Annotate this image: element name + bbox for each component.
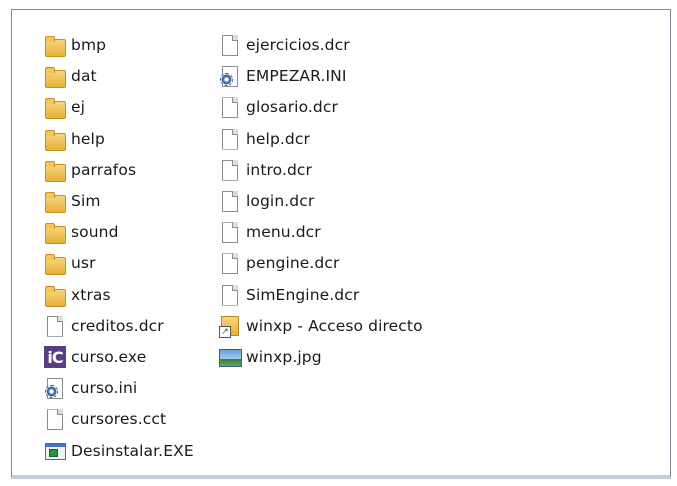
file-name: winxp.jpg	[246, 348, 322, 366]
file-item[interactable]: login.dcr	[219, 188, 449, 214]
file-item[interactable]: winxp - Acceso directo	[219, 313, 449, 339]
file-icon	[219, 189, 241, 213]
file-item[interactable]: winxp.jpg	[219, 344, 449, 370]
file-name: pengine.dcr	[246, 254, 340, 273]
folder-icon	[44, 189, 66, 213]
file-item[interactable]: curso.ini	[44, 375, 274, 401]
file-item[interactable]: pengine.dcr	[219, 250, 449, 276]
file-item[interactable]: EMPEZAR.INI	[219, 63, 449, 89]
file-icon	[44, 314, 66, 338]
file-icon	[219, 33, 241, 57]
file-name: login.dcr	[246, 192, 315, 210]
folder-icon	[44, 95, 66, 120]
file-name: menu.dcr	[246, 223, 321, 242]
file-icon	[219, 251, 241, 275]
file-name: creditos.dcr	[71, 316, 164, 335]
file-list-pane: bmp dat ej help parrafos Sim sound usr xtras cred…	[11, 9, 671, 479]
file-icon	[219, 158, 241, 182]
file-name: parrafos	[71, 160, 137, 179]
file-name: SimEngine.dcr	[246, 285, 360, 304]
file-name: sound	[71, 223, 119, 242]
settings-file-icon	[219, 64, 241, 88]
file-name: glosario.dcr	[246, 98, 338, 117]
folder-icon	[44, 64, 66, 89]
file-item[interactable]: ejercicios.dcr	[219, 32, 449, 58]
file-name: curso.exe	[71, 348, 147, 366]
file-item[interactable]: menu.dcr	[219, 219, 449, 245]
folder-icon	[44, 127, 66, 151]
file-name: intro.dcr	[246, 160, 313, 179]
file-name: usr	[71, 254, 96, 273]
file-icon	[219, 283, 241, 307]
file-item[interactable]: intro.dcr	[219, 157, 449, 183]
file-name: winxp - Acceso directo	[246, 316, 423, 335]
folder-icon	[44, 158, 66, 182]
file-name: xtras	[71, 285, 111, 304]
file-item[interactable]: help.dcr	[219, 126, 449, 152]
settings-file-icon	[44, 376, 66, 400]
file-name: Sim	[71, 192, 101, 210]
folder-icon	[44, 283, 66, 307]
application-icon: iC	[44, 345, 66, 369]
folder-icon	[44, 33, 66, 57]
file-item[interactable]: cursores.cct	[44, 406, 274, 432]
file-name: dat	[71, 67, 97, 86]
file-item[interactable]: SimEngine.dcr	[219, 282, 449, 308]
file-name: Desinstalar.EXE	[71, 441, 194, 460]
file-name: ejercicios.dcr	[246, 36, 350, 54]
installer-icon	[44, 439, 66, 463]
shortcut-icon	[219, 314, 241, 338]
file-icon	[219, 127, 241, 151]
folder-icon	[44, 251, 66, 276]
file-name: ej	[71, 98, 86, 117]
image-file-icon	[219, 345, 242, 369]
file-name: help	[71, 129, 105, 148]
file-item[interactable]: glosario.dcr	[219, 94, 449, 120]
file-name: EMPEZAR.INI	[246, 67, 347, 86]
file-name: bmp	[71, 36, 107, 54]
file-icon	[219, 220, 241, 244]
file-name: help.dcr	[246, 129, 310, 148]
file-item[interactable]: Desinstalar.EXE	[44, 438, 274, 464]
file-icon	[44, 407, 66, 431]
folder-icon	[44, 220, 66, 245]
file-icon	[219, 95, 241, 119]
file-name: cursores.cct	[71, 410, 167, 429]
file-name: curso.ini	[71, 379, 138, 398]
